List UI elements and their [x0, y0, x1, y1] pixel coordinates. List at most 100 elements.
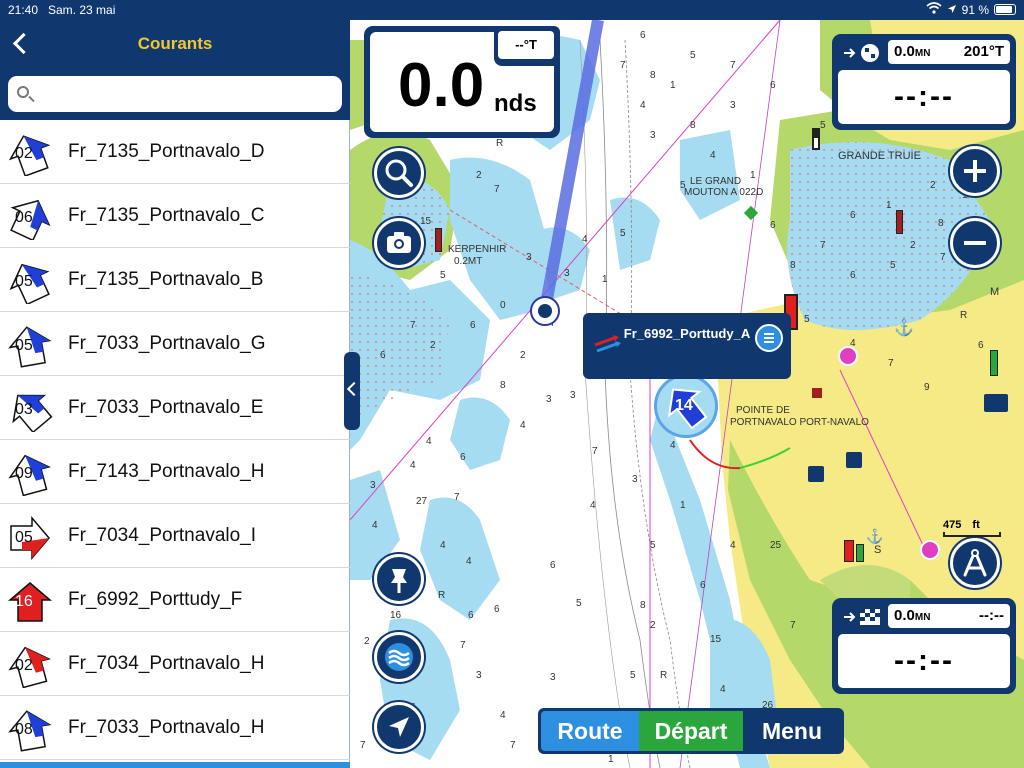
vessel-icon	[538, 304, 552, 318]
depth-sounding: 27	[416, 496, 428, 507]
menu-button[interactable]: Menu	[743, 711, 841, 751]
list-item[interactable]: 16 Fr_6992_Porttudy_F	[0, 568, 350, 632]
depth-sounding: 16	[390, 610, 402, 621]
beacon-icon[interactable]	[990, 350, 998, 376]
battery-percent: 91 %	[961, 2, 989, 17]
label-portnavalo: PORTNAVALO PORT-NAVALO	[730, 417, 869, 428]
beacon-icon[interactable]	[435, 228, 442, 252]
currents-list: 02 Fr_7135_Portnavalo_D 06 Fr_7135_Portnava…	[0, 120, 350, 760]
sidebar-header: Courants	[0, 20, 350, 120]
current-marker-selected[interactable]: 14	[654, 374, 718, 438]
depth-sounding: 5	[650, 540, 656, 551]
restaurant-icon[interactable]	[846, 452, 862, 468]
current-icon-value: 05	[15, 337, 33, 354]
depth-sounding: 8	[938, 218, 944, 229]
list-item[interactable]: 03 Fr_7033_Portnavalo_E	[0, 376, 350, 440]
speed-panel[interactable]: 0.0 nds --°T	[364, 26, 560, 138]
list-item-label: Fr_7135_Portnavalo_D	[68, 141, 265, 162]
depth-sounding: 6	[468, 610, 474, 621]
depth-sounding: 3	[526, 252, 532, 263]
depth-sounding: 5	[620, 228, 626, 239]
list-item-label: Fr_6992_Porttudy_F	[68, 589, 243, 610]
measure-button[interactable]	[950, 538, 1000, 588]
marina-icon[interactable]	[920, 540, 940, 560]
current-popup[interactable]: Fr_6992_Porttudy_A	[583, 313, 791, 379]
distance-value: 0.0	[894, 607, 915, 624]
depth-sounding: 8	[790, 260, 796, 271]
sidebar-collapse-handle[interactable]	[344, 352, 360, 430]
nav-panel-bottom[interactable]: 0.0MN --:-- --:--	[832, 598, 1016, 694]
depth-sounding: R	[438, 590, 446, 601]
depth-sounding: 5	[440, 270, 446, 281]
camera-button[interactable]	[374, 218, 424, 268]
depth-sounding: 15	[420, 216, 432, 227]
depth-sounding: 15	[710, 634, 722, 645]
restaurant-icon[interactable]	[808, 466, 824, 482]
current-arrow-icon: 03	[6, 388, 54, 434]
depth-sounding: 2	[650, 620, 656, 631]
depth-sounding: 2	[364, 636, 370, 647]
list-item[interactable]: 05 Fr_7034_Portnavalo_I	[0, 504, 350, 568]
status-right: 91 %	[926, 2, 1016, 17]
popup-menu-button[interactable]	[755, 324, 783, 352]
locate-button[interactable]	[374, 702, 424, 752]
sidebar-title: Courants	[137, 34, 213, 53]
label-le-grand: LE GRAND	[690, 176, 742, 187]
current-arrow-icon: 02	[6, 644, 54, 689]
depth-sounding: 6	[380, 350, 386, 361]
list-item[interactable]: 02 Fr_7135_Portnavalo_D	[0, 120, 350, 184]
depth-sounding: 5	[576, 598, 582, 609]
tides-button[interactable]	[374, 632, 424, 682]
list-bottom-strip	[0, 762, 350, 768]
list-item[interactable]: 06 Fr_7135_Portnavalo_C	[0, 184, 350, 248]
eta-display: --:--	[838, 634, 1010, 688]
list-item-label: Fr_7135_Portnavalo_C	[68, 205, 265, 226]
depth-sounding: R	[960, 310, 968, 321]
list-item[interactable]: 05 Fr_7135_Portnavalo_B	[0, 248, 350, 312]
navigation-arrow-icon	[389, 717, 409, 737]
depth-sounding: 2	[930, 180, 936, 191]
beacon-icon[interactable]	[896, 210, 903, 234]
zoom-in-button[interactable]	[950, 146, 1000, 196]
depth-sounding: 8	[650, 70, 656, 81]
currents-sidebar: Courants 02 Fr_7135_Portnavalo_D 06 Fr_7135…	[0, 20, 350, 768]
list-item[interactable]: 08 Fr_7033_Portnavalo_H	[0, 696, 350, 760]
beacon-icon[interactable]	[812, 128, 820, 150]
route-button[interactable]: Route	[541, 711, 639, 751]
depth-sounding: 2	[430, 340, 436, 351]
current-arrow-icon: 05	[6, 515, 54, 561]
search-button[interactable]	[374, 148, 424, 198]
list-item[interactable]: 09 Fr_7143_Portnavalo_H	[0, 440, 350, 504]
list-item[interactable]: 05 Fr_7033_Portnavalo_G	[0, 312, 350, 376]
compass-divider-icon	[963, 549, 987, 577]
depth-sounding: 8	[500, 380, 506, 391]
depth-sounding: 6	[770, 80, 776, 91]
depth-sounding: 7	[790, 620, 796, 631]
depth-sounding: 4	[466, 556, 472, 567]
checkered-flag-icon	[842, 606, 882, 628]
nav-panel-top[interactable]: 0.0MN 201°T --:--	[832, 34, 1016, 130]
beacon-icon[interactable]	[856, 544, 864, 562]
depth-sounding: 6	[978, 340, 984, 351]
depth-sounding: 4	[640, 100, 646, 111]
zoom-out-button[interactable]	[950, 218, 1000, 268]
beacon-icon[interactable]	[844, 540, 854, 562]
search-input[interactable]	[40, 76, 336, 112]
list-item[interactable]: 02 Fr_7034_Portnavalo_H	[0, 632, 350, 696]
depth-sounding: 4	[730, 540, 736, 551]
depth-sounding: 6	[850, 210, 856, 221]
list-item-label: Fr_7034_Portnavalo_I	[68, 525, 257, 546]
yacht-club-icon[interactable]	[984, 394, 1008, 412]
current-arrow-icon: 06	[6, 196, 54, 242]
speed-value: 0.0	[398, 51, 485, 120]
depth-sounding: 7	[360, 740, 366, 751]
depth-sounding: 0	[500, 300, 506, 311]
search-field[interactable]	[8, 76, 342, 112]
position-marker[interactable]	[530, 296, 560, 326]
marina-icon[interactable]	[838, 346, 858, 366]
depart-button[interactable]: Départ	[639, 711, 743, 751]
current-icon-value: 05	[15, 529, 33, 546]
depth-sounding: R	[660, 670, 668, 681]
pin-button[interactable]	[374, 554, 424, 604]
depth-sounding: 7	[494, 184, 500, 195]
